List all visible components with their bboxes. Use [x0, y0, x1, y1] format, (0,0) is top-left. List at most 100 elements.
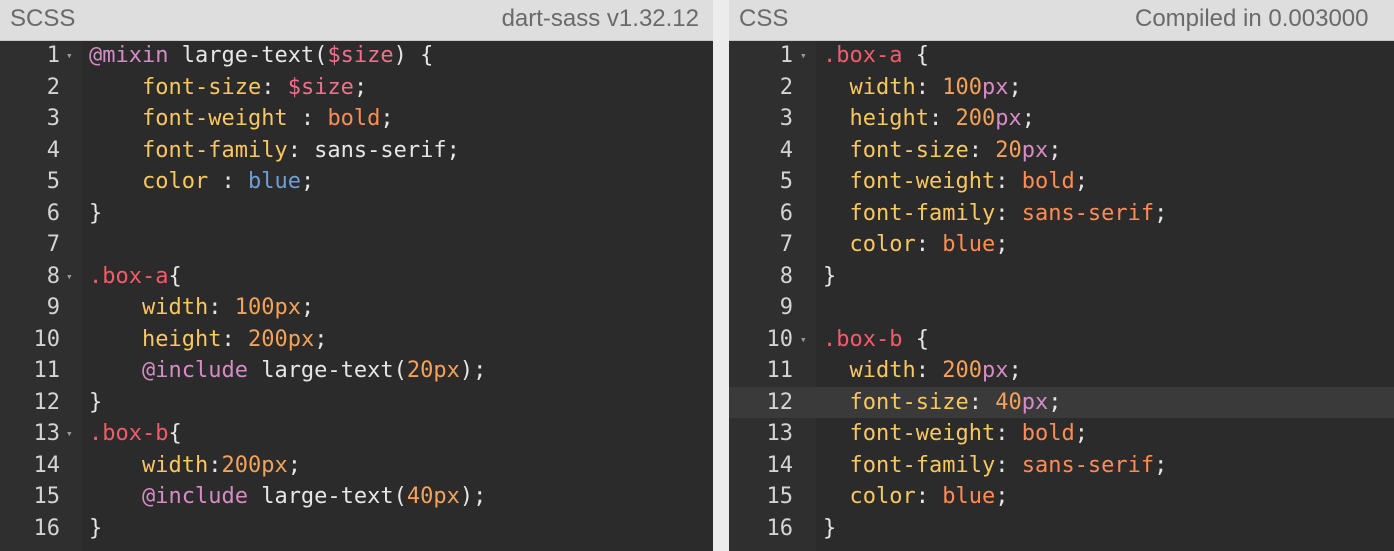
code-line[interactable]: 2 width: 100px;	[729, 72, 1394, 104]
code-line[interactable]: 2 font-size: $size;	[0, 72, 713, 104]
fold-arrow-icon[interactable]: ▾	[66, 418, 73, 450]
code-token: ) {	[393, 43, 434, 68]
css-code-area[interactable]: 1 ▾ .box-a {2 width: 100px; 3 height: 200px…	[729, 40, 1394, 544]
code-line[interactable]: 3 font-weight : bold;	[0, 103, 713, 135]
code-token: font-size	[849, 389, 969, 415]
code-token: px	[981, 358, 1009, 383]
code-token: px	[981, 74, 1009, 100]
code-token: 20	[995, 137, 1022, 163]
code-token: color	[141, 169, 209, 194]
code-line[interactable]: 15 color: blue;	[729, 481, 1394, 513]
code-line[interactable]: 10 ▾ .box-b {	[729, 324, 1394, 356]
fold-arrow-icon[interactable]: ▾	[66, 40, 73, 72]
code-token: :	[261, 74, 288, 100]
code-line[interactable]: 8}	[729, 261, 1394, 293]
code-token: ;	[995, 232, 1009, 257]
code-token: blue	[942, 232, 996, 257]
scss-code-area[interactable]: 1 ▾ @mixin large-text($size) {2 font-size:…	[0, 40, 713, 544]
code-token: 40px	[406, 484, 460, 509]
code-line[interactable]: 14 width:200px;	[0, 450, 713, 482]
fold-arrow-icon[interactable]: ▾	[800, 40, 807, 72]
code-text: font-size: 20px;	[823, 135, 1062, 167]
code-line[interactable]: 11 @include large-text(20px);	[0, 355, 713, 387]
code-line[interactable]: 13 font-weight: bold;	[729, 418, 1394, 450]
code-token: }	[823, 263, 837, 289]
code-line[interactable]: 16}	[0, 513, 713, 545]
code-line[interactable]: 16}	[729, 513, 1394, 545]
line-number: 5	[46, 169, 60, 194]
line-number: 15	[766, 484, 794, 509]
code-token: ;	[1021, 106, 1035, 131]
line-number: 1	[46, 43, 60, 68]
code-token: .box-a	[823, 43, 903, 68]
code-line[interactable]: 9 width: 100px;	[0, 292, 713, 324]
code-token: bold	[1021, 169, 1075, 194]
code-line[interactable]: 10 height: 200px;	[0, 324, 713, 356]
code-line[interactable]: 15 @include large-text(40px);	[0, 481, 713, 513]
code-line[interactable]: 5 font-weight: bold;	[729, 166, 1394, 198]
line-number: 16	[33, 515, 61, 541]
line-number: 2	[46, 74, 60, 100]
code-line[interactable]: 14 font-family: sans-serif;	[729, 450, 1394, 482]
code-token: }	[89, 200, 103, 226]
code-token: ;	[300, 295, 315, 320]
css-output-pane[interactable]: CSS Compiled in 0.003000 1 ▾ .box-a {2 wid…	[729, 0, 1394, 551]
code-line[interactable]: 5 color : blue;	[0, 166, 713, 198]
code-line[interactable]: 6 font-family: sans-serif;	[729, 198, 1394, 230]
code-text: font-weight: bold;	[823, 166, 1088, 198]
code-token: 200	[955, 106, 996, 131]
code-line[interactable]: 11 width: 200px;	[729, 355, 1394, 387]
code-line[interactable]: 1 ▾ @mixin large-text($size) {	[0, 40, 713, 72]
code-line[interactable]: 4 font-family: sans-serif;	[0, 135, 713, 167]
code-text: .box-a{	[89, 261, 182, 293]
code-line[interactable]: 7 color: blue;	[729, 229, 1394, 261]
code-token: height	[141, 326, 222, 352]
code-token: font-family	[849, 452, 996, 478]
code-token: width	[849, 74, 916, 100]
fold-arrow-icon[interactable]: ▾	[66, 261, 73, 293]
fold-arrow-icon[interactable]: ▾	[800, 324, 807, 356]
code-line[interactable]: 9	[729, 292, 1394, 324]
code-line[interactable]: 6}	[0, 198, 713, 230]
code-token: :	[968, 389, 996, 415]
code-text: color: blue;	[823, 481, 1009, 513]
scss-pane-header: SCSS dart-sass v1.32.12	[0, 0, 713, 41]
code-token: blue	[942, 484, 996, 509]
code-token: @mixin	[89, 43, 169, 68]
line-number: 11	[33, 358, 61, 383]
code-text: font-family: sans-serif;	[823, 198, 1168, 230]
code-line[interactable]: 13 ▾ .box-b{	[0, 418, 713, 450]
code-text: .box-b{	[89, 418, 182, 450]
code-text: color: blue;	[823, 229, 1009, 261]
code-text: width: 200px;	[823, 355, 1022, 387]
code-line[interactable]: 12}	[0, 387, 713, 419]
line-number: 7	[779, 232, 793, 257]
line-number: 13	[766, 421, 794, 446]
code-text: font-size: $size;	[89, 72, 367, 104]
line-number: 8	[46, 263, 60, 289]
code-line[interactable]: 1 ▾ .box-a {	[729, 40, 1394, 72]
line-number: 14	[766, 452, 794, 478]
line-number: 14	[33, 452, 61, 478]
code-token: ;	[287, 452, 301, 478]
code-line[interactable]: 4 font-size: 20px;	[729, 135, 1394, 167]
code-line[interactable]: 7	[0, 229, 713, 261]
code-line[interactable]: 12 font-size: 40px;	[729, 386, 1394, 418]
pane-divider[interactable]	[713, 0, 729, 551]
code-token: }	[89, 515, 103, 541]
code-token: ;	[1074, 421, 1088, 446]
code-text: width: 100px;	[89, 292, 314, 324]
code-line[interactable]: 3 height: 200px;	[729, 103, 1394, 135]
code-token: $size	[287, 74, 354, 100]
code-text: font-weight: bold;	[823, 418, 1088, 450]
line-number: 7	[46, 232, 60, 257]
code-token: :	[915, 484, 943, 509]
scss-editor-pane[interactable]: SCSS dart-sass v1.32.12 1 ▾ @mixin large-t…	[0, 0, 713, 551]
code-token: :	[208, 295, 235, 320]
code-line[interactable]: 8 ▾ .box-a{	[0, 261, 713, 293]
code-token: :	[221, 326, 248, 352]
